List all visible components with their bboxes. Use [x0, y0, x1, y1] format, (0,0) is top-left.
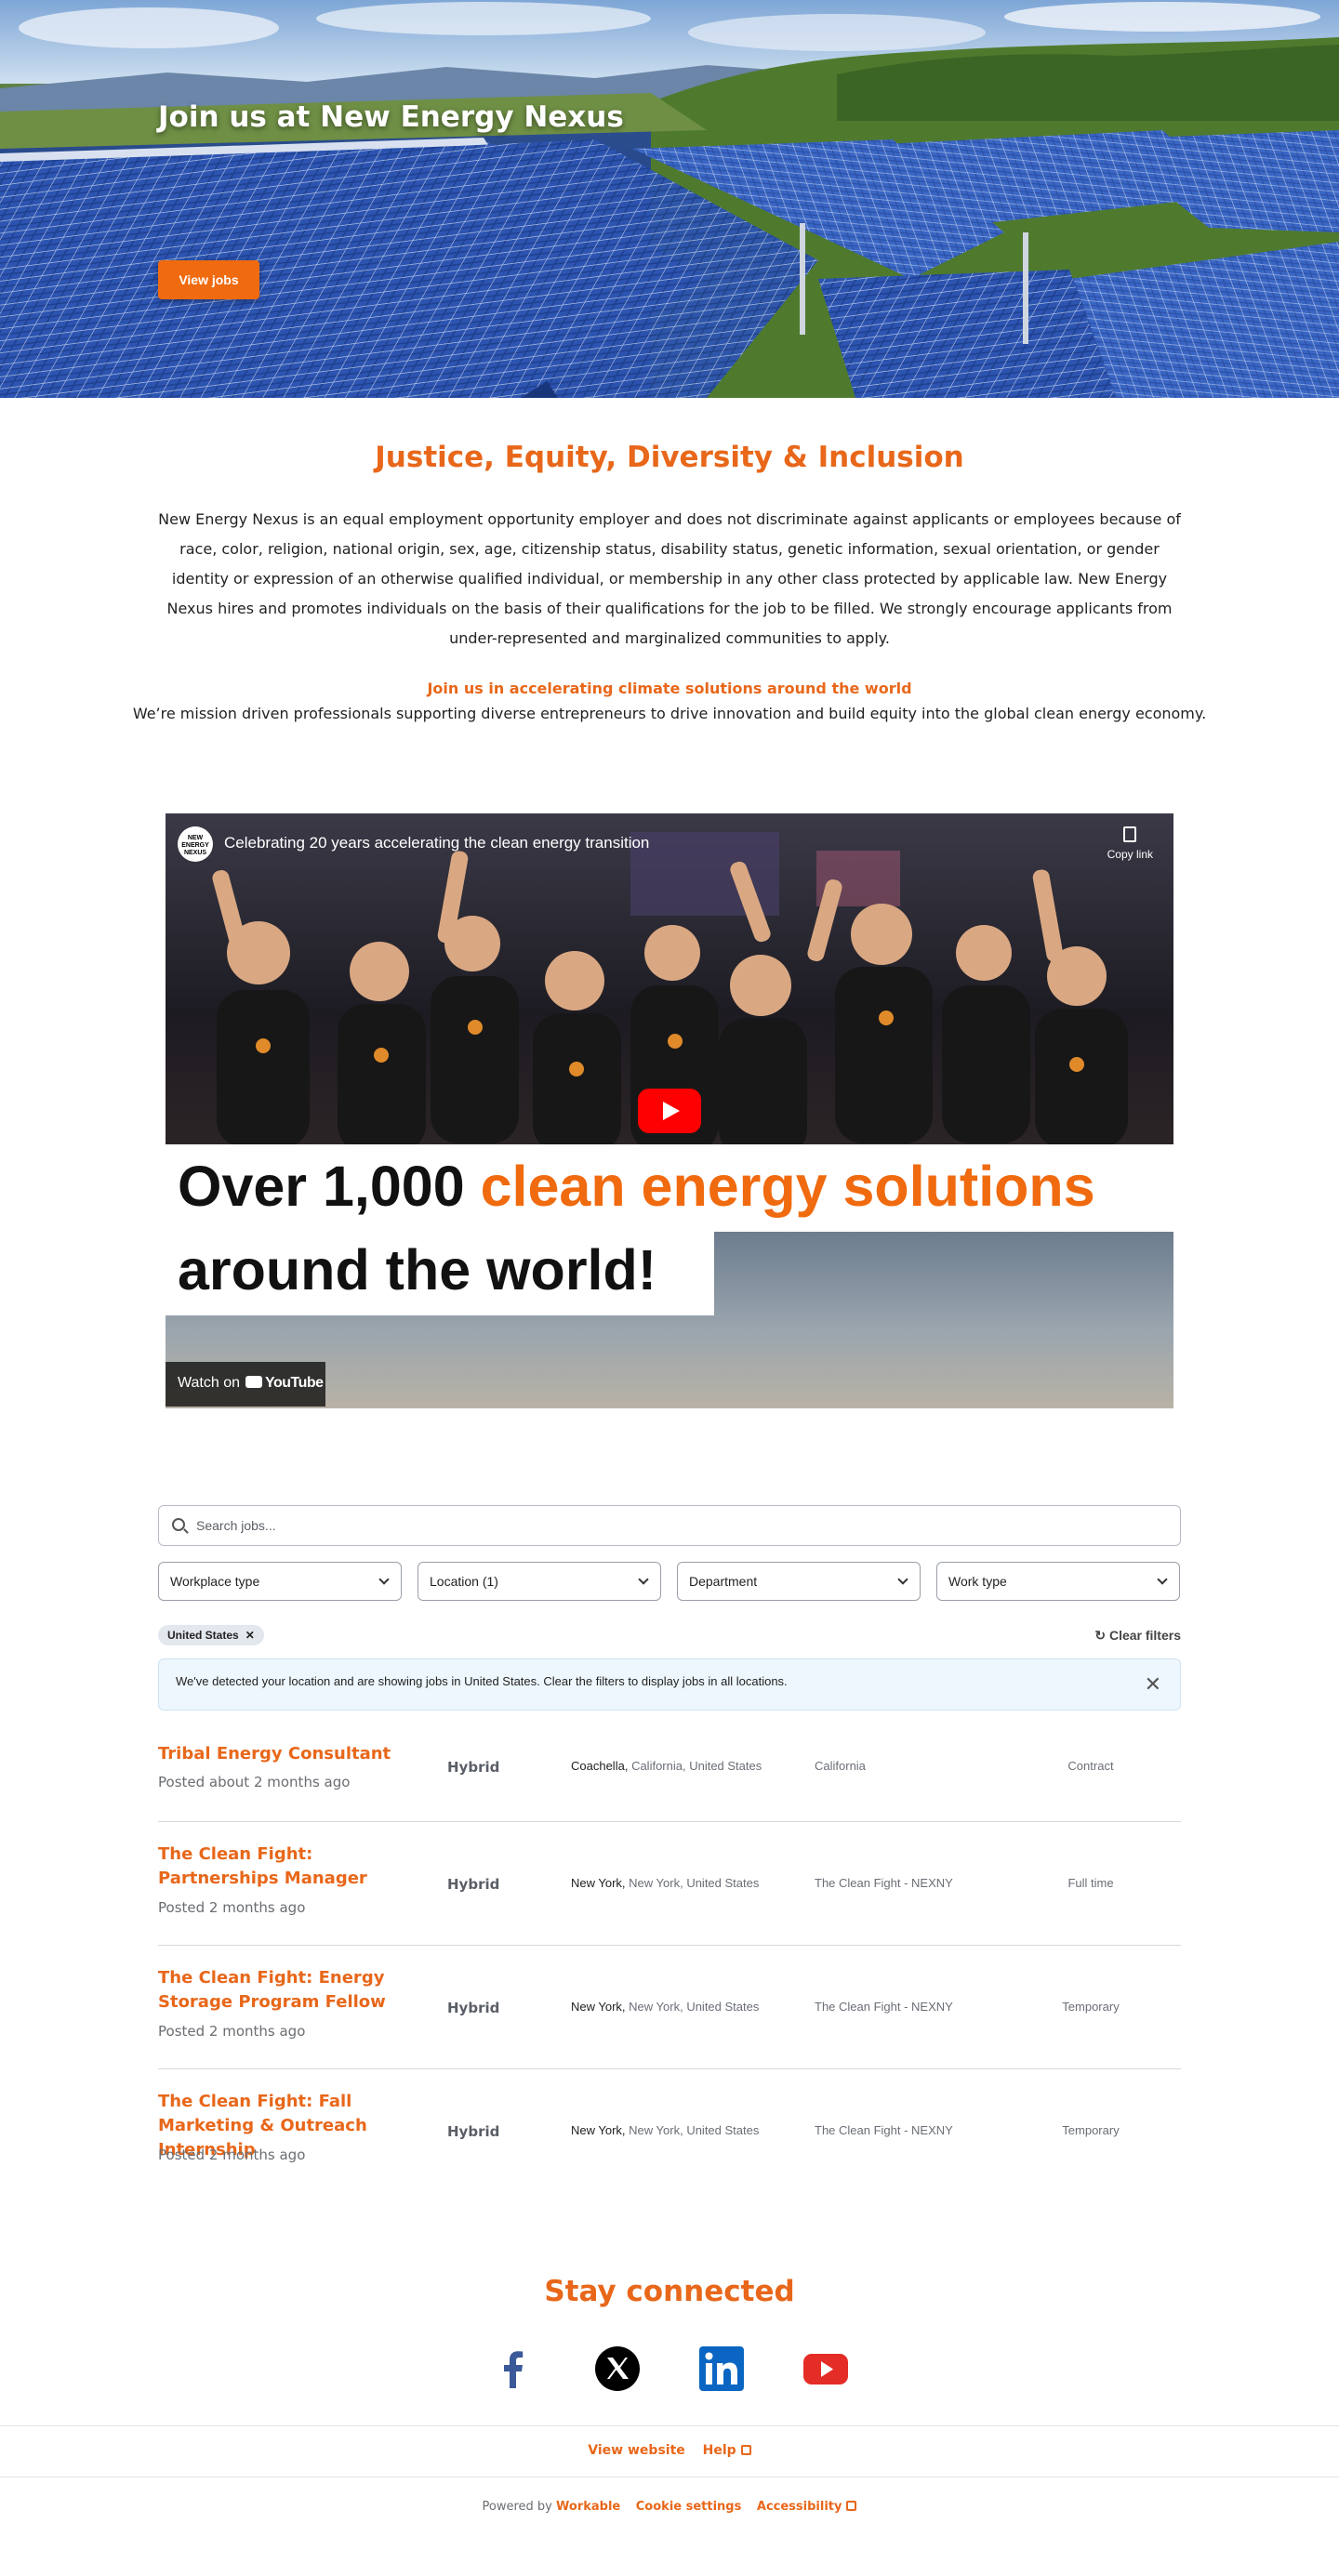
youtube-icon[interactable]: [802, 2345, 849, 2392]
job-posted: Posted 2 months ago: [158, 1899, 306, 1916]
accessibility-link[interactable]: Accessibility: [757, 2500, 857, 2514]
refresh-icon: ↻: [1094, 1628, 1109, 1643]
job-workplace: Hybrid: [447, 1876, 500, 1893]
job-location: New York, New York, United States: [571, 2123, 760, 2137]
thumbnail-headline-line1: Over 1,000 clean energy solutions: [178, 1155, 1095, 1218]
facebook-icon[interactable]: [490, 2345, 537, 2392]
job-row[interactable]: Tribal Energy Consultant Posted about 2 …: [158, 1722, 1181, 1822]
copy-link-button[interactable]: Copy link: [1107, 826, 1153, 861]
search-icon: [172, 1518, 185, 1531]
filter-chip-united-states: United States ✕: [158, 1625, 264, 1645]
thumbnail-headline-line2: around the world!: [178, 1238, 657, 1301]
job-workplace: Hybrid: [447, 2000, 500, 2016]
social-links: [0, 2345, 1339, 2392]
job-title[interactable]: The Clean Fight: Partnerships Manager: [158, 1843, 437, 1891]
job-title[interactable]: Tribal Energy Consultant: [158, 1742, 437, 1766]
external-link-icon: [846, 2501, 857, 2511]
x-twitter-icon[interactable]: [594, 2345, 641, 2392]
footer: View website Help Powered by Workable Co…: [0, 2425, 1339, 2542]
chevron-down-icon: [638, 1574, 649, 1585]
filter-work-type[interactable]: Work type: [936, 1562, 1180, 1601]
external-link-icon: [740, 2445, 751, 2455]
search-box: [158, 1505, 1181, 1546]
hero-banner: Join us at New Energy Nexus View jobs: [0, 0, 1339, 398]
job-title[interactable]: The Clean Fight: Energy Storage Program …: [158, 1966, 437, 2015]
jobs-section: Workplace type Location (1) Department W…: [158, 1505, 1181, 2193]
search-input[interactable]: [196, 1506, 1163, 1545]
job-row[interactable]: The Clean Fight: Partnerships Manager Po…: [158, 1822, 1181, 1946]
remove-chip-icon[interactable]: ✕: [245, 1629, 255, 1642]
job-row[interactable]: The Clean Fight: Energy Storage Program …: [158, 1946, 1181, 2069]
stay-connected-heading: Stay connected: [544, 2275, 795, 2308]
active-filters: United States ✕ ↻ Clear filters: [158, 1625, 1181, 1647]
job-type: Temporary: [1062, 2123, 1120, 2137]
chevron-down-icon: [1157, 1574, 1168, 1585]
job-posted: Posted about 2 months ago: [158, 1774, 351, 1790]
stay-connected-section: Stay connected: [0, 2275, 1339, 2392]
help-link[interactable]: Help: [703, 2443, 751, 2458]
jedi-body: New Energy Nexus is an equal employment …: [158, 510, 1181, 647]
close-icon[interactable]: ✕: [1145, 1672, 1161, 1697]
copy-icon: [1123, 826, 1137, 842]
footer-links: View website Help: [0, 2425, 1339, 2477]
mission-statement: We’re mission driven professionals suppo…: [132, 705, 1207, 722]
job-type: Temporary: [1062, 2000, 1120, 2014]
hero-title: Join us at New Energy Nexus: [158, 100, 624, 134]
job-department: The Clean Fight - NEXNY: [815, 1876, 953, 1890]
video-title[interactable]: Celebrating 20 years accelerating the cl…: [224, 834, 649, 852]
view-jobs-button[interactable]: View jobs: [158, 260, 259, 299]
youtube-icon: [245, 1376, 262, 1388]
channel-logo[interactable]: NEW ENERGY NEXUS: [178, 826, 213, 862]
job-type: Full time: [1067, 1876, 1114, 1890]
watch-on-youtube-button[interactable]: Watch on YouTube: [166, 1362, 325, 1407]
job-location: New York, New York, United States: [571, 2000, 760, 2014]
job-location: Coachella, California, United States: [571, 1759, 762, 1773]
mission-subheading: Join us in accelerating climate solution…: [427, 680, 912, 697]
copy-link-label: Copy link: [1107, 848, 1153, 861]
youtube-video-embed[interactable]: NEW ENERGY NEXUS Celebrating 20 years ac…: [166, 813, 1173, 1408]
filter-workplace-type[interactable]: Workplace type: [158, 1562, 402, 1601]
filter-bar: Workplace type Location (1) Department W…: [158, 1562, 1181, 1601]
job-posted: Posted 2 months ago: [158, 2023, 306, 2040]
powered-by-label: Powered by: [482, 2500, 552, 2514]
linkedin-icon[interactable]: [698, 2345, 745, 2392]
location-notice-text: We've detected your location and are sho…: [176, 1674, 788, 1688]
chevron-down-icon: [897, 1574, 908, 1585]
location-notice: We've detected your location and are sho…: [158, 1658, 1181, 1711]
footer-bottom: Powered by Workable Cookie settings Acce…: [0, 2477, 1339, 2542]
job-location: New York, New York, United States: [571, 1876, 760, 1890]
hero-solar-panels-image: [0, 0, 1339, 398]
filter-department[interactable]: Department: [677, 1562, 921, 1601]
job-posted: Posted 2 months ago: [158, 2147, 306, 2163]
job-type: Contract: [1067, 1759, 1114, 1773]
workable-link[interactable]: Workable: [556, 2500, 620, 2514]
job-department: The Clean Fight - NEXNY: [815, 2123, 953, 2137]
jedi-section: Justice, Equity, Diversity & Inclusion N…: [0, 398, 1339, 722]
job-workplace: Hybrid: [447, 2123, 500, 2140]
view-website-link[interactable]: View website: [588, 2443, 684, 2458]
play-icon[interactable]: [638, 1089, 701, 1133]
cookie-settings-link[interactable]: Cookie settings: [636, 2500, 742, 2514]
clear-filters-button[interactable]: ↻ Clear filters: [1094, 1628, 1181, 1644]
chevron-down-icon: [378, 1574, 390, 1585]
job-department: The Clean Fight - NEXNY: [815, 2000, 953, 2014]
job-row[interactable]: The Clean Fight: Fall Marketing & Outrea…: [158, 2069, 1181, 2193]
jedi-heading: Justice, Equity, Diversity & Inclusion: [375, 441, 964, 474]
filter-location[interactable]: Location (1): [418, 1562, 661, 1601]
job-workplace: Hybrid: [447, 1759, 500, 1776]
job-department: California: [815, 1759, 866, 1773]
